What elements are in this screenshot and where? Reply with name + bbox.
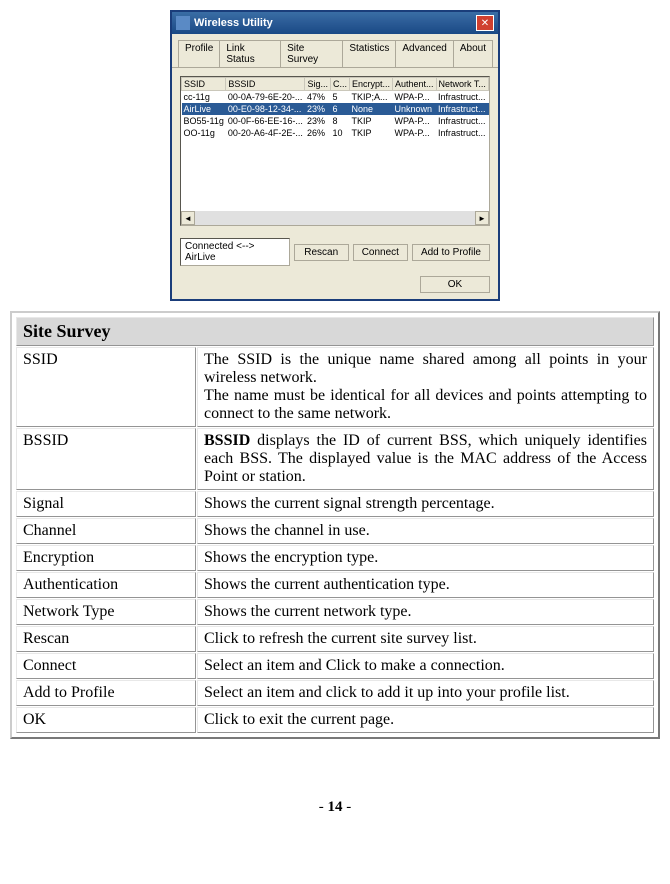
desc-definition: Select an item and Click to make a conne…: [197, 653, 654, 679]
desc-row: OKClick to exit the current page.: [16, 707, 654, 733]
desc-term: Connect: [16, 653, 196, 679]
desc-row: BSSIDBSSID displays the ID of current BS…: [16, 428, 654, 490]
button-row: Connected <--> AirLive Rescan Connect Ad…: [172, 234, 498, 270]
desc-definition: The SSID is the unique name shared among…: [197, 347, 654, 427]
desc-definition: Shows the encryption type.: [197, 545, 654, 571]
close-icon[interactable]: ✕: [476, 15, 494, 31]
tab-statistics[interactable]: Statistics: [342, 40, 396, 67]
cell-bssid: 00-0F-66-EE-16-...: [226, 115, 305, 127]
desc-term: Add to Profile: [16, 680, 196, 706]
cell-auth: Unknown: [393, 103, 437, 115]
desc-definition: Shows the current signal strength percen…: [197, 491, 654, 517]
cell-ssid: BO55-11g: [182, 115, 226, 127]
desc-term: Encryption: [16, 545, 196, 571]
scroll-right-icon[interactable]: ►: [475, 211, 489, 225]
app-icon: [176, 16, 190, 30]
cell-enc: TKIP;A...: [349, 91, 392, 104]
col-ch[interactable]: C...: [330, 78, 349, 91]
desc-term: Network Type: [16, 599, 196, 625]
table-row[interactable]: BO55-11g00-0F-66-EE-16-...23%8TKIPWPA-P.…: [182, 115, 489, 127]
page-number: - 14 -: [10, 799, 660, 816]
tab-about[interactable]: About: [453, 40, 493, 67]
desc-definition: Click to refresh the current site survey…: [197, 626, 654, 652]
connect-button[interactable]: Connect: [353, 244, 408, 261]
wireless-utility-window: Wireless Utility ✕ Profile Link Status S…: [170, 10, 500, 301]
cell-nt: Infrastruct...: [436, 103, 488, 115]
cell-enc: None: [349, 103, 392, 115]
add-to-profile-button[interactable]: Add to Profile: [412, 244, 490, 261]
connection-status: Connected <--> AirLive: [180, 238, 290, 266]
desc-term: Signal: [16, 491, 196, 517]
cell-nt: Infrastruct...: [436, 127, 488, 139]
table-row[interactable]: OO-11g00-20-A6-4F-2E-...26%10TKIPWPA-P..…: [182, 127, 489, 139]
col-bssid[interactable]: BSSID: [226, 78, 305, 91]
cell-bssid: 00-20-A6-4F-2E-...: [226, 127, 305, 139]
description-table-wrap: Site Survey SSIDThe SSID is the unique n…: [10, 311, 660, 739]
cell-ssid: cc-11g: [182, 91, 226, 104]
cell-auth: WPA-P...: [393, 115, 437, 127]
ok-button[interactable]: OK: [420, 276, 490, 293]
cell-sig: 23%: [305, 103, 331, 115]
desc-term: OK: [16, 707, 196, 733]
desc-definition: Select an item and click to add it up in…: [197, 680, 654, 706]
tab-profile[interactable]: Profile: [178, 40, 220, 67]
rescan-button[interactable]: Rescan: [294, 244, 349, 261]
desc-row: RescanClick to refresh the current site …: [16, 626, 654, 652]
desc-row: AuthenticationShows the current authenti…: [16, 572, 654, 598]
cell-ssid: OO-11g: [182, 127, 226, 139]
cell-bssid: 00-0A-79-6E-20-...: [226, 91, 305, 104]
dialog-buttons: OK: [172, 270, 498, 299]
cell-enc: TKIP: [349, 127, 392, 139]
desc-term: SSID: [16, 347, 196, 427]
cell-ch: 5: [330, 91, 349, 104]
cell-nt: Infrastruct...: [436, 91, 488, 104]
cell-nt: Infrastruct...: [436, 115, 488, 127]
cell-ch: 10: [330, 127, 349, 139]
scroll-left-icon[interactable]: ◄: [181, 211, 195, 225]
tab-site-survey[interactable]: Site Survey: [280, 40, 343, 67]
col-ssid[interactable]: SSID: [182, 78, 226, 91]
desc-row: Network TypeShows the current network ty…: [16, 599, 654, 625]
cell-sig: 26%: [305, 127, 331, 139]
desc-definition: Shows the current network type.: [197, 599, 654, 625]
horizontal-scrollbar[interactable]: ◄ ►: [181, 211, 489, 225]
desc-definition: BSSID displays the ID of current BSS, wh…: [197, 428, 654, 490]
desc-definition: Click to exit the current page.: [197, 707, 654, 733]
cell-bssid: 00-E0-98-12-34-...: [226, 103, 305, 115]
tab-link-status[interactable]: Link Status: [219, 40, 281, 67]
description-table: Site Survey SSIDThe SSID is the unique n…: [15, 316, 655, 734]
desc-row: ConnectSelect an item and Click to make …: [16, 653, 654, 679]
desc-row: SSIDThe SSID is the unique name shared a…: [16, 347, 654, 427]
table-row[interactable]: cc-11g00-0A-79-6E-20-...47%5TKIP;A...WPA…: [182, 91, 489, 104]
desc-term: Authentication: [16, 572, 196, 598]
col-auth[interactable]: Authent...: [393, 78, 437, 91]
cell-enc: TKIP: [349, 115, 392, 127]
col-sig[interactable]: Sig...: [305, 78, 331, 91]
window-title: Wireless Utility: [194, 17, 476, 29]
cell-ssid: AirLive: [182, 103, 226, 115]
desc-row: Add to ProfileSelect an item and click t…: [16, 680, 654, 706]
desc-row: EncryptionShows the encryption type.: [16, 545, 654, 571]
cell-auth: WPA-P...: [393, 91, 437, 104]
cell-sig: 23%: [305, 115, 331, 127]
cell-auth: WPA-P...: [393, 127, 437, 139]
table-row[interactable]: AirLive00-E0-98-12-34-...23%6NoneUnknown…: [182, 103, 489, 115]
col-enc[interactable]: Encrypt...: [349, 78, 392, 91]
desc-row: ChannelShows the channel in use.: [16, 518, 654, 544]
tab-strip: Profile Link Status Site Survey Statisti…: [172, 34, 498, 68]
network-list[interactable]: SSID BSSID Sig... C... Encrypt... Authen…: [180, 76, 490, 226]
cell-ch: 6: [330, 103, 349, 115]
desc-term: Channel: [16, 518, 196, 544]
desc-definition: Shows the channel in use.: [197, 518, 654, 544]
desc-definition: Shows the current authentication type.: [197, 572, 654, 598]
tab-advanced[interactable]: Advanced: [395, 40, 453, 67]
desc-row: SignalShows the current signal strength …: [16, 491, 654, 517]
titlebar: Wireless Utility ✕: [172, 12, 498, 34]
cell-sig: 47%: [305, 91, 331, 104]
desc-term: Rescan: [16, 626, 196, 652]
section-title: Site Survey: [16, 317, 654, 346]
cell-ch: 8: [330, 115, 349, 127]
col-nt[interactable]: Network T...: [436, 78, 488, 91]
desc-term: BSSID: [16, 428, 196, 490]
